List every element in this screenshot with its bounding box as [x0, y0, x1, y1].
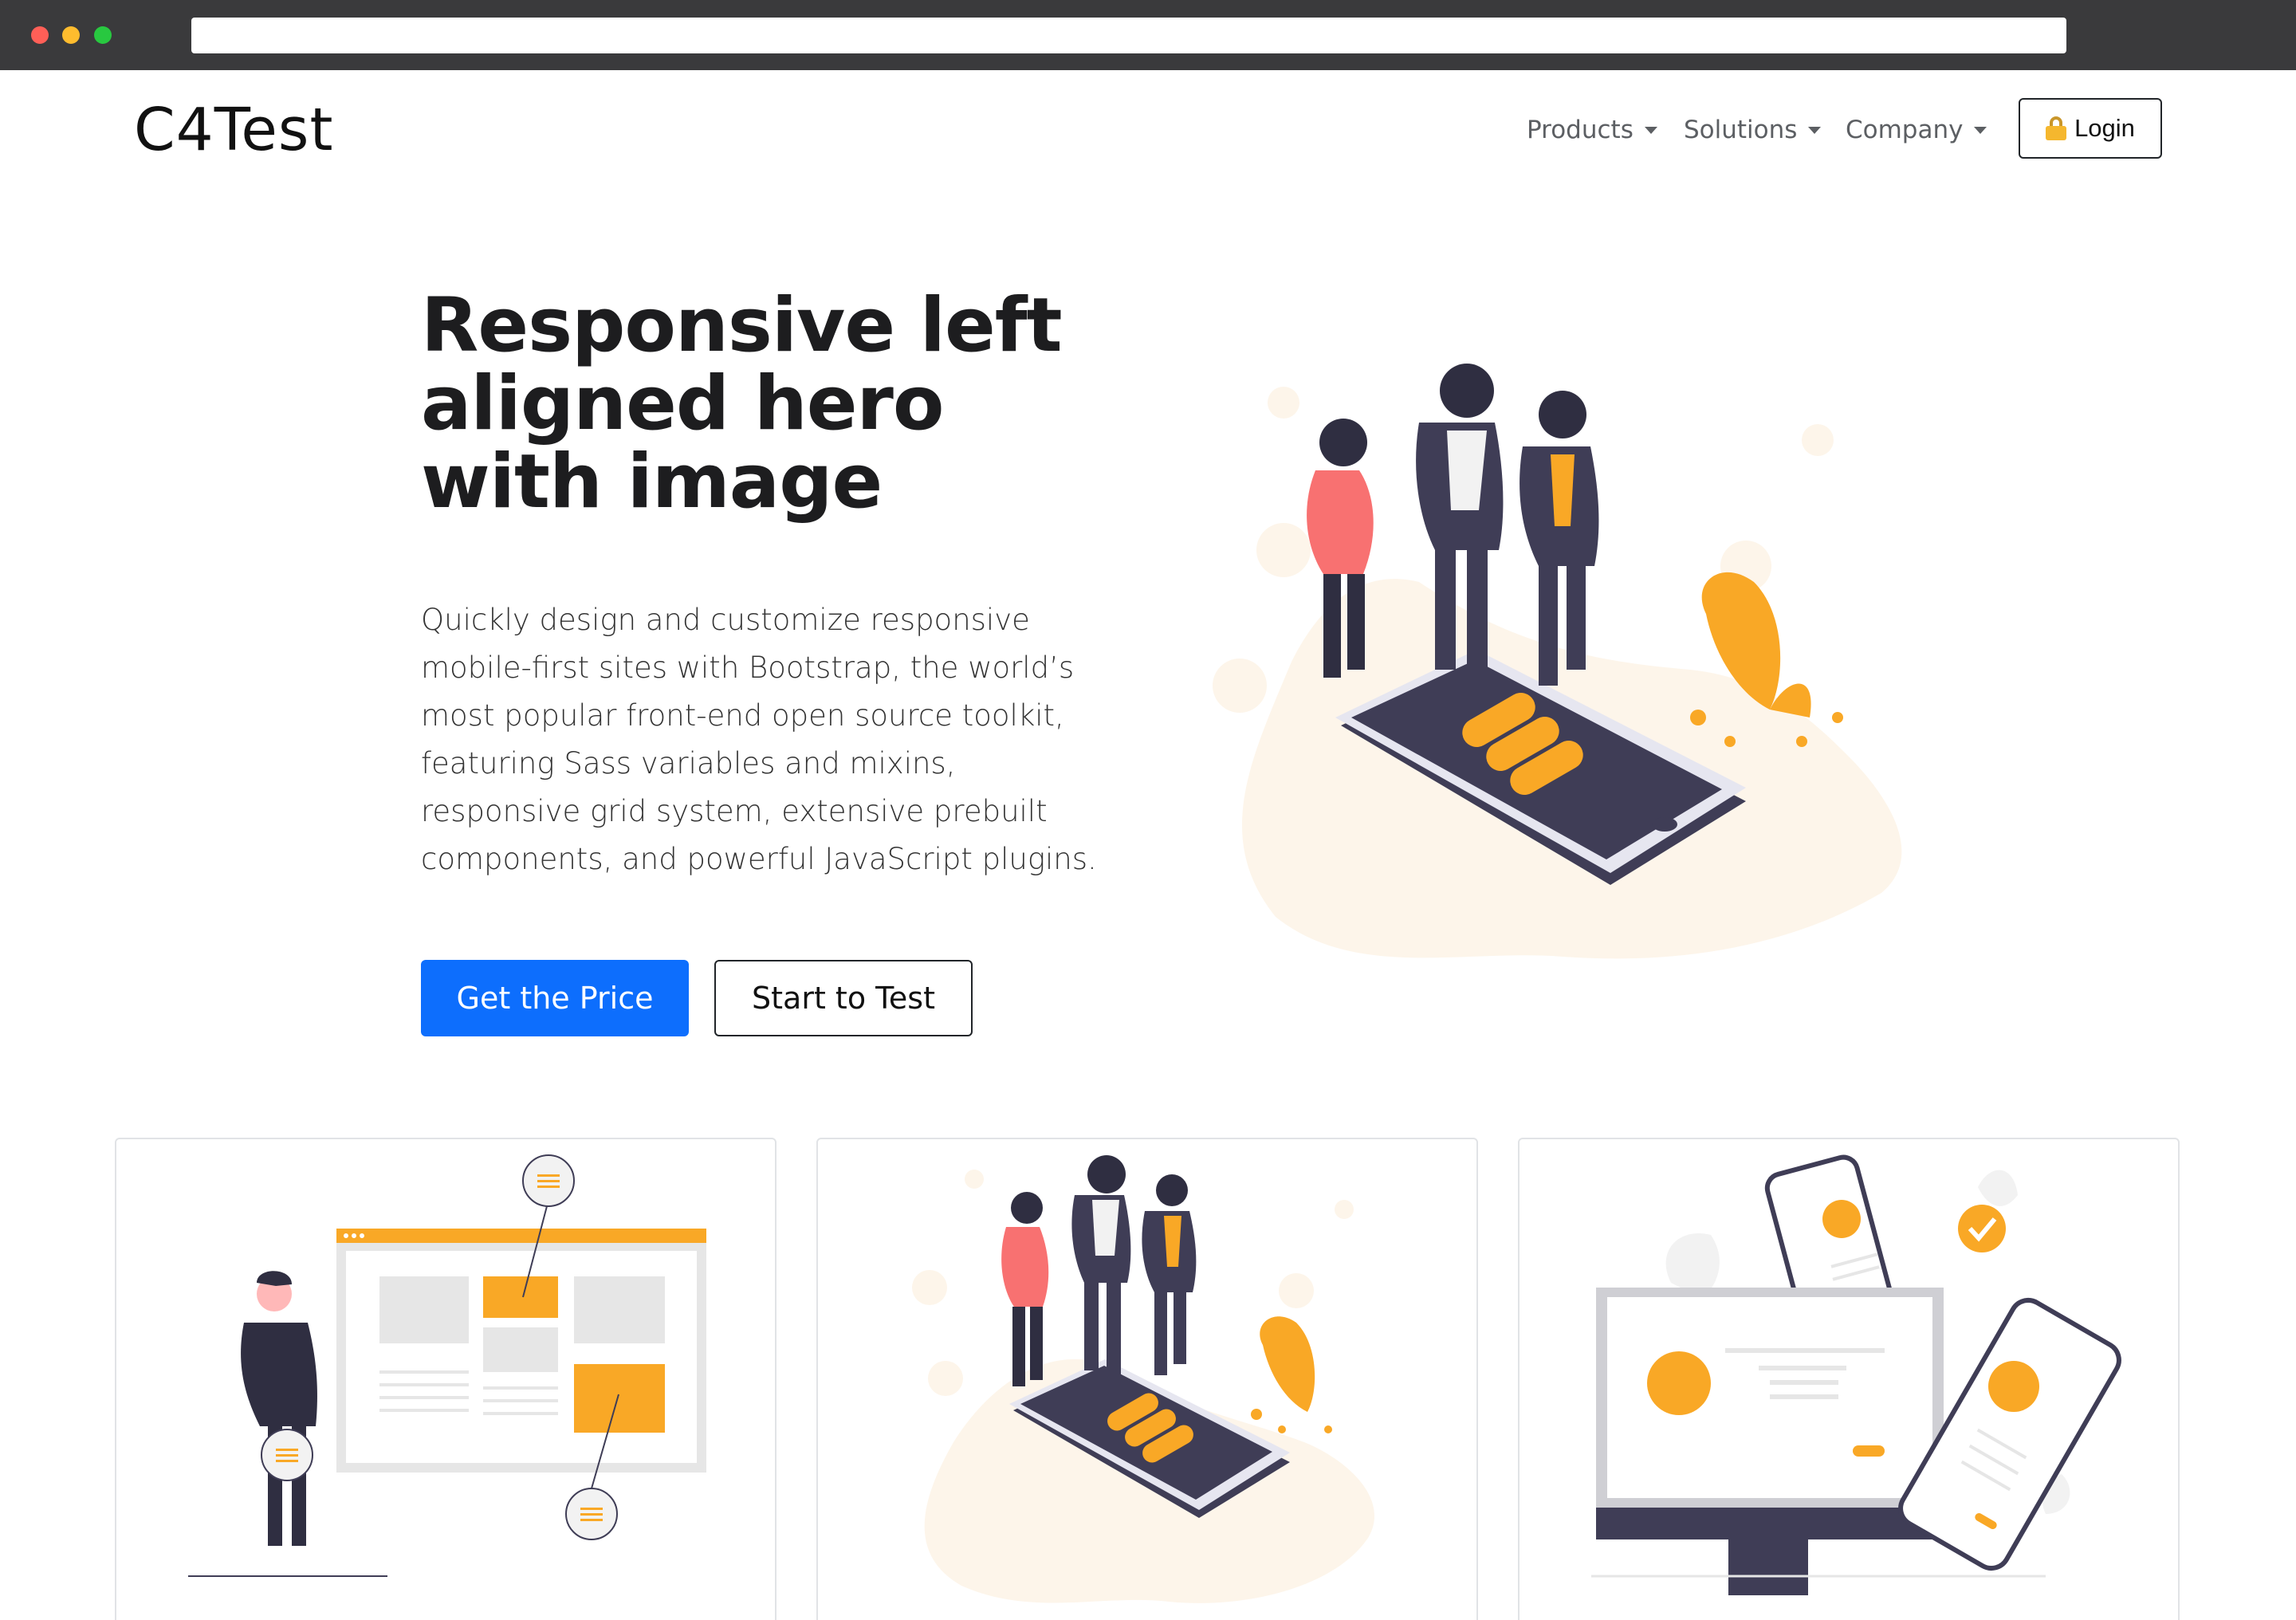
feature-card-2[interactable] — [816, 1138, 1478, 1620]
website-layout-illustration — [188, 1154, 706, 1577]
team-phone-illustration — [912, 1155, 1375, 1603]
nav-solutions-dropdown[interactable]: Solutions — [1684, 112, 1822, 148]
minimize-window-dot[interactable] — [62, 26, 80, 44]
nav-company-label: Company — [1846, 116, 1964, 144]
people-illustration — [1307, 364, 1599, 686]
hero-description: Quickly design and customize responsive … — [421, 603, 1097, 876]
feature-card-3[interactable] — [1518, 1138, 2180, 1620]
feature-card-1[interactable] — [115, 1138, 776, 1620]
lock-icon — [2046, 116, 2067, 140]
nav-company-dropdown[interactable]: Company — [1846, 112, 1987, 148]
nav-solutions-label: Solutions — [1684, 116, 1798, 144]
nav-products-label: Products — [1527, 116, 1634, 144]
login-button[interactable]: Login — [2019, 98, 2162, 159]
start-test-button[interactable]: Start to Test — [714, 960, 973, 1036]
close-window-dot[interactable] — [31, 26, 49, 44]
hero-illustration — [1213, 364, 1902, 959]
login-label: Login — [2074, 114, 2135, 142]
maximize-window-dot[interactable] — [94, 26, 112, 44]
nav-products-dropdown[interactable]: Products — [1527, 112, 1657, 148]
address-bar[interactable] — [191, 18, 2066, 53]
chevron-down-icon — [1808, 126, 1822, 134]
chevron-down-icon — [1974, 126, 1987, 134]
hero-title: Responsive left aligned hero with image — [421, 282, 1063, 525]
brand-logo[interactable]: C4Test — [134, 94, 333, 166]
get-price-button[interactable]: Get the Price — [421, 960, 689, 1036]
browser-chrome — [0, 0, 2296, 70]
devices-illustration — [1591, 1154, 2121, 1595]
chevron-down-icon — [1644, 126, 1657, 134]
